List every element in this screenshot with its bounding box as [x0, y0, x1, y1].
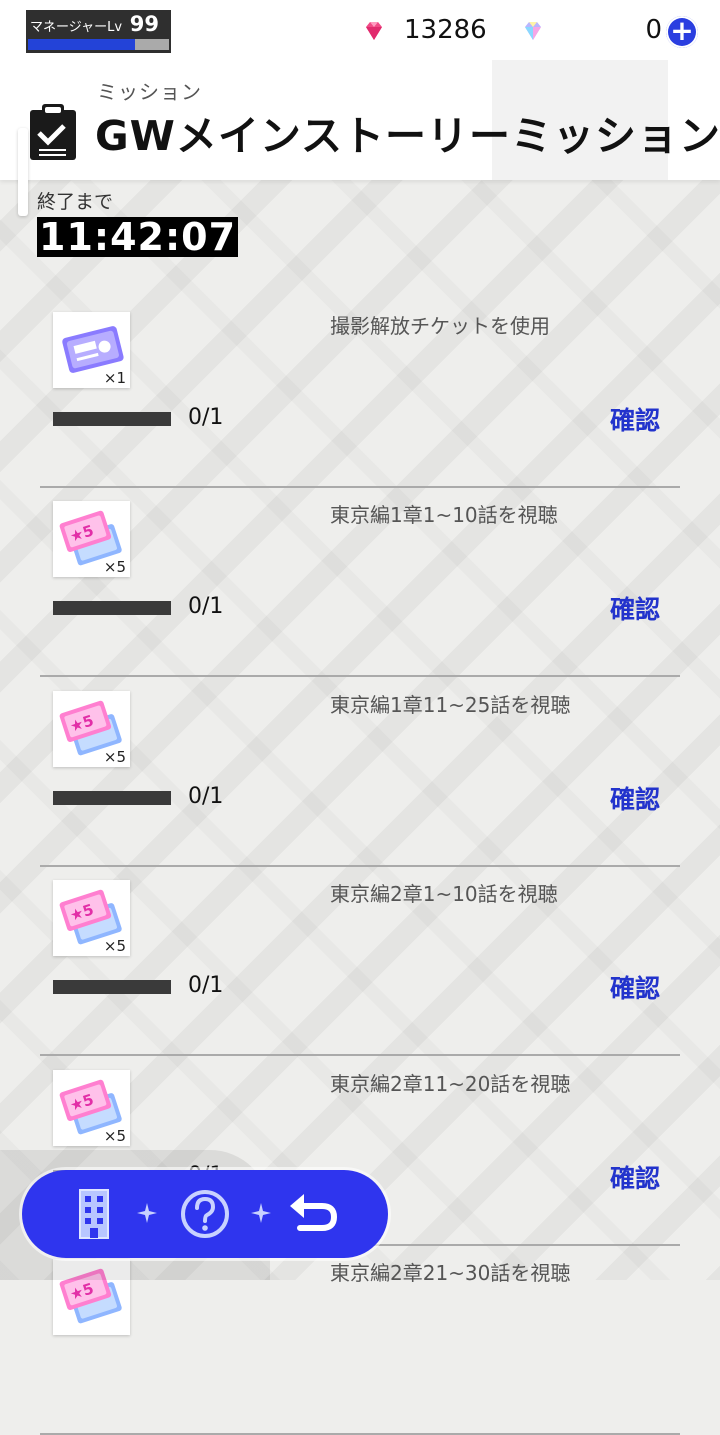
plus-circle-icon[interactable]: + — [666, 16, 698, 48]
building-icon[interactable] — [64, 1184, 124, 1244]
manager-level-value: 99 — [129, 12, 159, 36]
mission-progress-bar — [53, 412, 171, 426]
page-title: GWメインストーリーミッション — [95, 112, 720, 160]
reward-quantity: ×5 — [103, 937, 126, 956]
reward-quantity: ×5 — [103, 1126, 126, 1145]
star5-ticket-icon[interactable]: ★5 ×5 — [53, 690, 130, 767]
question-circle-icon[interactable] — [175, 1184, 235, 1244]
confirm-button[interactable]: 確認 — [610, 590, 660, 626]
mission-title: 東京編1章1~10話を視聴 — [330, 503, 558, 528]
confirm-button[interactable]: 確認 — [610, 780, 660, 816]
mission-title: 東京編2章1~10話を視聴 — [330, 882, 558, 907]
mission-item: ★5 ×5 東京編2章1~10話を視聴 0/1 確認 — [40, 866, 680, 1057]
mission-title: 東京編1章11~25話を視聴 — [330, 692, 571, 717]
sparkle-icon — [137, 1203, 157, 1223]
mission-item: ×1 撮影解放チケットを使用 0/1 確認 — [40, 298, 680, 488]
mission-title: 撮影解放チケットを使用 — [330, 314, 550, 338]
confirm-button[interactable]: 確認 — [610, 401, 660, 437]
rainbow-diamond-icon — [525, 22, 541, 40]
clipboard-check-icon — [30, 104, 76, 160]
level-progress-fill — [28, 39, 136, 50]
countdown-timer: 11:42:07 — [37, 215, 239, 259]
header-subtitle: ミッション — [97, 80, 202, 104]
mission-item: ★5 ×5 東京編1章1~10話を視聴 0/1 確認 — [40, 487, 680, 678]
star5-ticket-icon[interactable]: ★5 ×5 — [53, 501, 130, 578]
mission-title: 東京編2章11~20話を視聴 — [330, 1071, 571, 1096]
mission-progress-bar — [53, 790, 171, 805]
page-header: ミッション GWメインストーリーミッション — [0, 60, 720, 180]
mission-progress-text: 0/1 — [188, 594, 224, 620]
mission-title: 東京編2章21~30話を視聴 — [330, 1261, 571, 1285]
pink-diamond-icon — [366, 22, 382, 40]
mission-progress-bar — [53, 601, 171, 616]
star5-ticket-icon[interactable]: ★5 ×5 — [53, 1069, 130, 1146]
reward-quantity: ×5 — [103, 747, 126, 766]
reward-quantity: ×1 — [103, 369, 126, 387]
sparkle-icon — [251, 1203, 271, 1223]
confirm-button[interactable]: 確認 — [610, 969, 660, 1005]
timer-label: 終了まで — [37, 191, 114, 213]
paid-gem-count: 13286 — [404, 15, 487, 45]
confirm-button[interactable]: 確認 — [610, 1159, 660, 1195]
mission-progress-text: 0/1 — [188, 973, 224, 999]
reward-quantity: ×5 — [103, 558, 126, 577]
status-bar: マネージャーLv 99 13286 0 + — [0, 0, 720, 60]
mission-progress-text: 0/1 — [188, 405, 224, 430]
mission-item: ★5 ×5 東京編1章11~25話を視聴 0/1 確認 — [40, 677, 680, 867]
level-progress-bar — [28, 39, 169, 50]
return-arrow-icon[interactable] — [284, 1184, 344, 1244]
bottom-navigation — [22, 1170, 388, 1258]
star5-ticket-icon[interactable]: ★5 ×5 — [53, 880, 130, 957]
story-ticket-icon[interactable]: ×1 — [53, 312, 130, 388]
manager-level-label: マネージャーLv — [30, 20, 123, 35]
mission-progress-text: 0/1 — [188, 783, 224, 809]
side-drawer-handle[interactable] — [18, 128, 28, 216]
mission-progress-bar — [53, 980, 171, 995]
manager-level-panel[interactable]: マネージャーLv 99 — [26, 10, 171, 53]
free-gem-count: 0 — [645, 15, 662, 45]
